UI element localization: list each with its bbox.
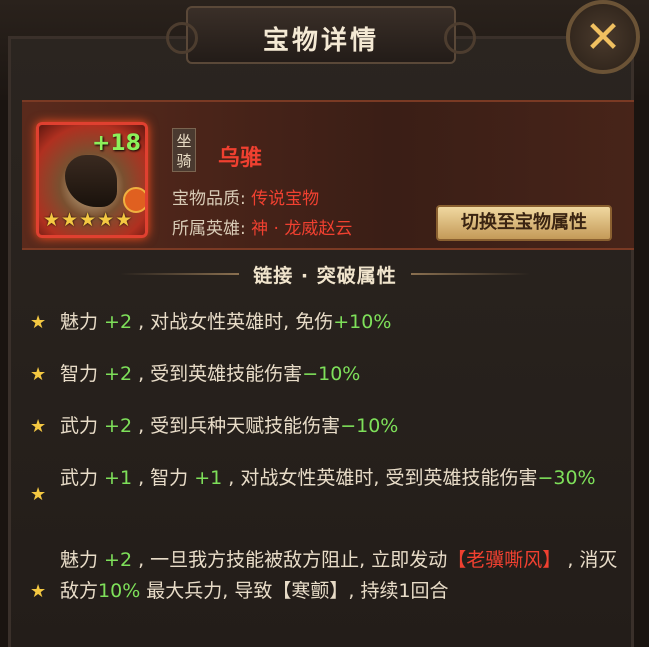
attribute-segment: +2 — [104, 311, 133, 333]
quality-row: 宝物品质: 传说宝物 — [172, 184, 319, 209]
attribute-row: ★ 魅力 +2 , 对战女性英雄时, 免伤+10% — [30, 307, 620, 338]
attribute-text: 武力 +2 , 受到兵种天赋技能伤害−10% — [60, 411, 620, 442]
attribute-segment: 最大兵力, 导致【寒颤】, 持续1回合 — [140, 580, 449, 602]
quality-value: 传说宝物 — [251, 189, 320, 209]
attribute-segment: 智力 — [60, 363, 105, 385]
attribute-segment: 10% — [98, 580, 141, 602]
star-bullet-icon: ★ — [30, 416, 47, 437]
attribute-row: ★ 魅力 +2 , 一旦我方技能被敌方阻止, 立即发动【老骥嘶风】 , 消灭敌方1… — [30, 545, 620, 638]
close-x-icon: ✕ — [584, 11, 622, 63]
star-icon: ★ — [115, 209, 133, 231]
attribute-segment: 武力 — [60, 415, 105, 437]
attribute-segment: +10% — [333, 311, 392, 333]
attribute-segment: , 对战女性英雄时, 免伤 — [132, 311, 334, 333]
divider — [410, 273, 531, 275]
attribute-segment: +2 — [104, 363, 133, 385]
hero-value: 神 · 龙威赵云 — [251, 219, 353, 239]
horse-icon — [65, 155, 117, 207]
star-icon: ★ — [97, 209, 115, 231]
treasure-name: 乌骓 — [218, 146, 263, 171]
attribute-text: 魅力 +2 , 一旦我方技能被敌方阻止, 立即发动【老骥嘶风】 , 消灭敌方10… — [60, 545, 620, 607]
attribute-segment: 魅力 — [60, 311, 105, 333]
attribute-segment: , 受到兵种天赋技能伤害 — [132, 415, 341, 437]
attribute-segment: −30% — [537, 467, 596, 489]
attribute-segment: 武力 — [60, 467, 105, 489]
attribute-segment: 【老骥嘶风】 — [447, 549, 562, 571]
attribute-text: 魅力 +2 , 对战女性英雄时, 免伤+10% — [60, 307, 620, 338]
attribute-segment: +1 — [104, 467, 133, 489]
hero-label: 所属英雄: — [172, 219, 246, 239]
star-icon: ★ — [43, 209, 61, 231]
attribute-segment: +2 — [104, 549, 133, 571]
attribute-row: ★ 智力 +2 , 受到英雄技能伤害−10% — [30, 359, 620, 390]
attribute-segment: −10% — [340, 415, 399, 437]
category-char: 坐 — [176, 132, 192, 150]
dialog-title: 宝物详情 — [262, 26, 379, 56]
attribute-segment: +1 — [194, 467, 223, 489]
attribute-text: 智力 +2 , 受到英雄技能伤害−10% — [60, 359, 620, 390]
switch-to-treasure-attributes-button[interactable]: 切换至宝物属性 — [436, 205, 612, 241]
section-title: 链接 · 突破属性 — [253, 264, 397, 287]
attribute-segment: 魅力 — [60, 549, 105, 571]
quality-label: 宝物品质: — [172, 189, 246, 209]
star-rating: ★ ★ ★ ★ ★ — [43, 209, 132, 231]
title-plate: 宝物详情 — [166, 6, 476, 64]
attribute-segment: , 智力 — [132, 467, 195, 489]
treasure-portrait[interactable]: +18 ★ ★ ★ ★ ★ — [36, 122, 148, 238]
close-button[interactable]: ✕ — [566, 0, 640, 74]
upgrade-level: +18 — [91, 131, 141, 156]
attribute-text: 武力 +1 , 智力 +1 , 对战女性英雄时, 受到英雄技能伤害−30% — [60, 463, 620, 494]
star-icon: ★ — [79, 209, 97, 231]
attribute-segment: +2 — [104, 415, 133, 437]
category-tag: 坐骑 — [172, 128, 196, 172]
star-bullet-icon: ★ — [30, 483, 47, 505]
star-bullet-icon: ★ — [30, 312, 47, 333]
category-char: 骑 — [176, 152, 192, 170]
hero-row: 所属英雄: 神 · 龙威赵云 — [172, 214, 352, 239]
star-bullet-icon: ★ — [30, 581, 47, 602]
attribute-row: ★ 武力 +2 , 受到兵种天赋技能伤害−10% — [30, 411, 620, 442]
attribute-segment: , 一旦我方技能被敌方阻止, 立即发动 — [132, 549, 448, 571]
star-icon: ★ — [61, 209, 79, 231]
star-bullet-icon: ★ — [30, 364, 47, 385]
attribute-segment: , 受到英雄技能伤害 — [132, 363, 303, 385]
attribute-segment: , 对战女性英雄时, 受到英雄技能伤害 — [222, 467, 538, 489]
attribute-row: ★ 武力 +1 , 智力 +1 , 对战女性英雄时, 受到英雄技能伤害−30% — [30, 463, 620, 525]
section-header: 链接 · 突破属性 — [120, 258, 531, 290]
attribute-segment: −10% — [302, 363, 361, 385]
divider — [120, 273, 240, 275]
